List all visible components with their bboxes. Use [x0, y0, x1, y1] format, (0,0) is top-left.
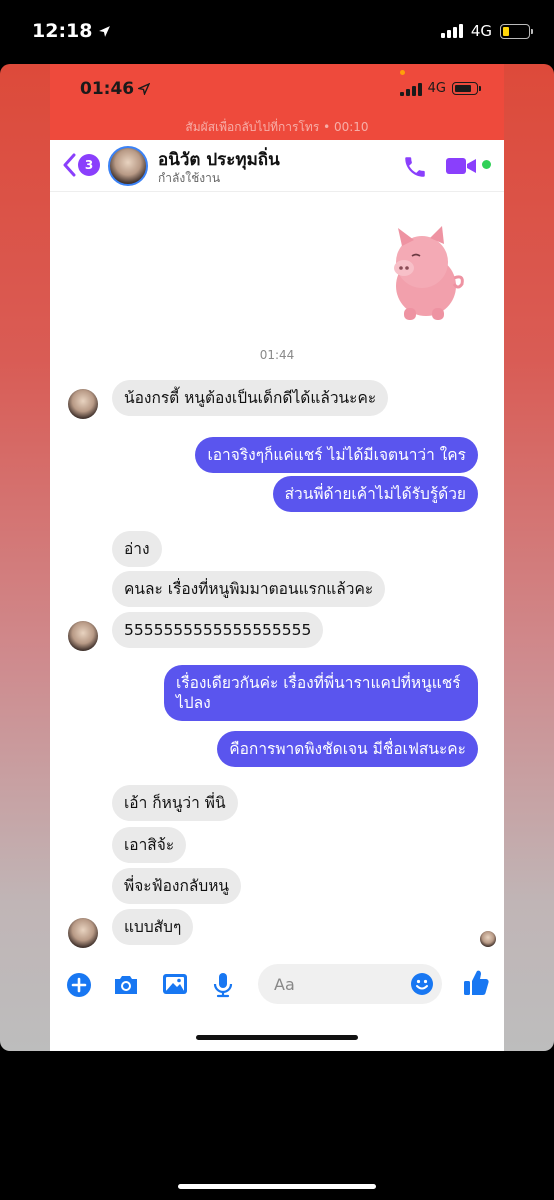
outer-status-right: 4G [440, 22, 533, 40]
message-bubble-incoming[interactable]: น้องกรตี้ หนูต้องเป็นเด็กดีได้แล้วนะคะ [112, 380, 389, 416]
battery-fill [455, 85, 471, 92]
mic-in-use-dot [400, 70, 405, 75]
back-chevron-icon [63, 153, 76, 177]
message-bubble-incoming[interactable]: อ่าง [112, 531, 162, 567]
message-bubble-incoming[interactable]: พี่จะฟ้องกลับหนู [112, 868, 242, 904]
outer-status-bar: 12:18 4G [0, 0, 554, 64]
contact-avatar[interactable] [108, 146, 148, 186]
message-timestamp: 01:44 [259, 348, 295, 362]
gallery-icon[interactable] [162, 972, 188, 996]
sender-avatar[interactable] [68, 918, 98, 948]
battery-fill [503, 26, 509, 36]
chat-header: 3 อนิวัต ประทุมถิ่น กำลังใช้งาน [50, 140, 504, 192]
message-bubble-incoming[interactable]: แบบสับๆ [112, 909, 194, 945]
emoji-icon[interactable] [410, 972, 434, 996]
inner-clock: 01:46 [80, 79, 151, 99]
inner-network-label: 4G [427, 81, 446, 96]
screenshot-photo: 01:46 4G สัมผัสเพื่อกลับไปที่การโทร • 00… [0, 64, 554, 1051]
inner-home-indicator [196, 1035, 358, 1040]
back-button[interactable]: 3 [62, 153, 100, 177]
message-bubble-incoming[interactable]: 5555555555555555555 [112, 612, 324, 648]
messenger-screen: 01:46 4G สัมผัสเพื่อกลับไปที่การโทร • 00… [50, 64, 504, 1051]
message-bubble-outgoing[interactable]: คือการพาดพิงชัดเจน มีชื่อเฟสนะคะ [217, 731, 478, 767]
read-receipt-avatar [480, 931, 496, 947]
pig-sticker [394, 226, 464, 320]
like-thumb-icon[interactable] [462, 968, 490, 998]
video-camera-icon[interactable] [446, 156, 478, 176]
unread-count-badge: 3 [78, 154, 100, 176]
sender-avatar[interactable] [68, 389, 98, 419]
location-arrow-icon [99, 25, 111, 37]
inner-status-bar: 01:46 4G [50, 64, 504, 114]
message-bubble-incoming[interactable]: เอาสิจ้ะ [112, 827, 187, 863]
phone-icon[interactable] [402, 154, 428, 180]
microphone-icon[interactable] [212, 972, 234, 998]
sender-avatar[interactable] [68, 621, 98, 651]
battery-icon [500, 23, 533, 39]
outer-clock: 12:18 [32, 20, 111, 42]
outer-network-label: 4G [470, 22, 492, 40]
online-status-dot [482, 160, 491, 169]
outer-time-text: 12:18 [32, 20, 93, 42]
plus-icon[interactable] [66, 972, 92, 998]
outer-home-indicator[interactable] [178, 1184, 376, 1189]
message-bubble-outgoing[interactable]: เอาจริงๆก็แค่แชร์ ไม่ได้มีเจตนาว่า ใคร [195, 437, 478, 473]
message-bubble-incoming[interactable]: คนละ เรื่องที่หนูพิมมาตอนแรกแล้วคะ [112, 571, 386, 607]
signal-bars-icon [440, 24, 463, 38]
inner-time-text: 01:46 [80, 79, 135, 99]
message-bubble-outgoing[interactable]: ส่วนพี่ด้ายเค้าไม่ได้รับรู้ด้วย [272, 476, 478, 512]
message-input[interactable]: Aa [258, 964, 442, 1004]
battery-icon [452, 82, 481, 95]
location-arrow-icon [138, 83, 151, 95]
message-bubble-outgoing[interactable]: เรื่องเดียวกันค่ะ เรื่องที่พี่นาราแคปที่… [164, 665, 478, 721]
signal-bars-icon [399, 82, 422, 96]
inner-status-right: 4G [399, 81, 481, 96]
message-composer: Aa [50, 960, 504, 1010]
message-bubble-incoming[interactable]: เอ้า ก็หนูว่า พี่นิ [112, 785, 238, 821]
contact-active-status: กำลังใช้งาน [158, 171, 221, 185]
return-to-call-banner[interactable]: สัมผัสเพื่อกลับไปที่การโทร • 00:10 [50, 114, 504, 140]
message-input-placeholder: Aa [274, 975, 295, 994]
camera-icon[interactable] [112, 972, 140, 998]
